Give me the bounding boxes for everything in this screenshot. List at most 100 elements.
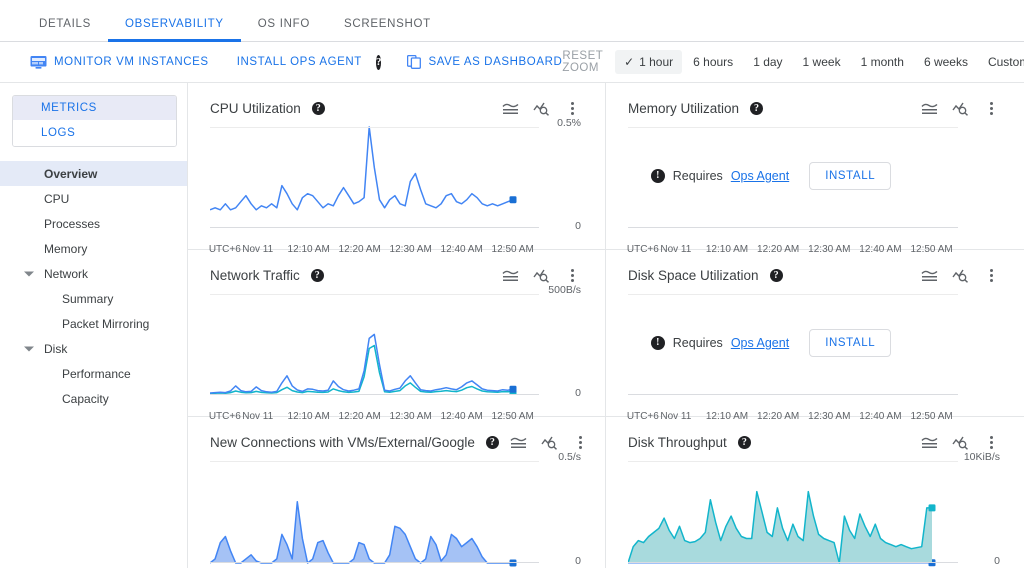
observability-toolbar: MONITOR VM INSTANCES INSTALL OPS AGENT ?… [0, 42, 1024, 83]
sidebar-item-cpu[interactable]: CPU [0, 186, 187, 211]
range-custom-label: Custom [987, 55, 1024, 69]
metrics-logs-toggle: METRICS LOGS [12, 95, 177, 147]
new-connections-chart[interactable]: 0.5/s 0 UTC+6Nov 1112:10 AM12:20 AM12:30… [210, 451, 581, 568]
chart-canvas [628, 490, 936, 567]
tab-os-info[interactable]: OS INFO [241, 18, 327, 41]
sidebar-item-summary[interactable]: Summary [0, 286, 187, 311]
help-icon[interactable]: ? [769, 268, 783, 282]
range-custom[interactable]: Custom [979, 50, 1024, 74]
stacked-lines-icon[interactable] [508, 431, 530, 453]
y-axis-max-label: 500B/s [548, 284, 581, 296]
gridline [628, 461, 958, 462]
chart-explore-icon[interactable] [949, 97, 971, 119]
y-axis-max-label: 10KiB/s [963, 451, 1000, 463]
range-1-day[interactable]: 1 day [744, 50, 791, 74]
monitor-vm-instances-label: MONITOR VM INSTANCES [54, 56, 209, 68]
more-options-icon[interactable] [980, 97, 1002, 119]
monitor-icon [30, 55, 47, 69]
requires-label: Requires [672, 168, 723, 183]
sidebar-item-disk[interactable]: Disk [0, 336, 187, 361]
sidebar-toggle-metrics[interactable]: METRICS [13, 96, 176, 121]
sidebar-item-overview[interactable]: Overview [0, 161, 187, 186]
sidebar-item-packet-mirroring[interactable]: Packet Mirroring [0, 311, 187, 336]
sidebar-item-processes[interactable]: Processes [0, 211, 187, 236]
time-range-selector: ✓ 1 hour 6 hours 1 day 1 week 1 month 6 … [615, 50, 1024, 74]
more-options-icon[interactable] [980, 264, 1002, 286]
chart-explore-icon[interactable] [949, 264, 971, 286]
sidebar-item-network[interactable]: Network [0, 261, 187, 286]
metrics-sidebar: METRICS LOGS Overview CPU Processes Memo… [0, 83, 188, 568]
help-icon[interactable]: ? [750, 101, 764, 115]
help-icon[interactable]: ? [311, 101, 325, 115]
help-icon[interactable]: ? [310, 268, 324, 282]
chart-row-1: CPU Utilization ? 0.5% 0 UTC+6 Nov 11 12… [188, 83, 1024, 255]
panel-disk-throughput: Disk Throughput ? 10KiB/s 0 [606, 417, 1024, 568]
plot-wrap: 0.5% 0 UTC+6 Nov 11 12:10 AM 12:20 AM 12:30 … [209, 117, 583, 255]
panel-memory-utilization: Memory Utilization ? ! Requires Ops Agen… [606, 83, 1024, 255]
install-button[interactable]: INSTALL [809, 161, 892, 190]
help-icon[interactable]: ? [485, 435, 499, 449]
disk-throughput-chart[interactable]: 10KiB/s 0 UTC+6Nov 1112:10 AM12:20 AM12:… [628, 451, 1000, 568]
reset-zoom-button[interactable]: RESET ZOOM [562, 50, 603, 74]
chart-explore-icon[interactable] [949, 431, 971, 453]
chart-canvas [210, 501, 517, 567]
sidebar-toggle-logs[interactable]: LOGS [13, 120, 176, 146]
info-icon: ! [650, 168, 665, 183]
install-ops-agent-button[interactable]: INSTALL OPS AGENT [237, 56, 362, 68]
plot-wrap: 500B/s 0 UTC+6 Nov 11 12:10 AM 12:20 AM 12:3… [209, 284, 583, 422]
save-as-dashboard-button[interactable]: SAVE AS DASHBOARD [407, 55, 562, 69]
series-end-marker [509, 385, 517, 393]
x-axis [210, 227, 539, 228]
ops-agent-link[interactable]: Ops Agent [731, 169, 789, 183]
stacked-lines-icon[interactable] [499, 97, 521, 119]
cpu-utilization-chart[interactable]: 0.5% 0 UTC+6 Nov 11 12:10 AM 12:20 AM 12:30 … [209, 117, 581, 255]
x-axis [628, 394, 958, 395]
range-6-hours[interactable]: 6 hours [684, 50, 742, 74]
more-options-icon[interactable] [561, 97, 583, 119]
stacked-lines-icon[interactable] [499, 264, 521, 286]
disk-space-utilization-chart: ! Requires Ops Agent INSTALL UTC+6 Nov 11… [627, 290, 958, 422]
stacked-lines-icon[interactable] [918, 97, 940, 119]
panel-header: Disk Throughput ? [628, 431, 1002, 453]
series-line [210, 126, 514, 211]
network-traffic-chart[interactable]: 500B/s 0 UTC+6 Nov 11 12:10 AM 12:20 AM 12:3… [209, 284, 581, 422]
sidebar-item-memory[interactable]: Memory [0, 236, 187, 261]
help-icon[interactable]: ? [737, 435, 751, 449]
y-axis-max-label: 0.5/s [558, 451, 581, 463]
stacked-lines-icon[interactable] [918, 264, 940, 286]
panel-title: Memory Utilization [628, 100, 740, 116]
range-1-week[interactable]: 1 week [794, 50, 850, 74]
more-options-icon[interactable] [980, 431, 1002, 453]
panel-network-traffic: Network Traffic ? 500B/s 0 UTC+6 Nov 11 … [188, 250, 606, 422]
more-options-icon[interactable] [570, 431, 592, 453]
gridline [210, 294, 539, 295]
more-options-icon[interactable] [561, 264, 583, 286]
expand-arrow-icon[interactable] [24, 346, 34, 351]
sidebar-item-performance[interactable]: Performance [0, 361, 187, 386]
range-6-weeks[interactable]: 6 weeks [915, 50, 977, 74]
tab-details[interactable]: DETAILS [22, 18, 108, 41]
y-axis-min-label: 0 [575, 555, 581, 567]
panel-title: Network Traffic [210, 267, 300, 283]
range-1-hour[interactable]: ✓ 1 hour [615, 50, 683, 74]
tab-observability[interactable]: OBSERVABILITY [107, 18, 241, 42]
install-ops-agent-label: INSTALL OPS AGENT [236, 56, 362, 68]
series-end-marker [509, 196, 517, 204]
stacked-lines-icon[interactable] [918, 431, 940, 453]
chart-explore-icon[interactable] [530, 264, 552, 286]
ops-agent-link[interactable]: Ops Agent [731, 336, 789, 350]
monitor-vm-instances-button[interactable]: MONITOR VM INSTANCES [30, 55, 209, 70]
sidebar-item-capacity[interactable]: Capacity [0, 386, 187, 411]
charts-grid: CPU Utilization ? 0.5% 0 UTC+6 Nov 11 12… [188, 83, 1024, 568]
plot-wrap: 0.5/s 0 UTC+6Nov 1112:10 AM12:20 AM12:30… [210, 451, 583, 568]
series-end-marker [928, 504, 936, 512]
chart-explore-icon[interactable] [530, 97, 552, 119]
panel-header: Disk Space Utilization ? [628, 264, 1002, 286]
range-1-month[interactable]: 1 month [852, 50, 913, 74]
install-button[interactable]: INSTALL [809, 328, 892, 357]
toolbar-help-icon[interactable]: ? [375, 54, 382, 70]
x-axis [628, 227, 958, 228]
chart-explore-icon[interactable] [539, 431, 561, 453]
tab-screenshot[interactable]: SCREENSHOT [327, 18, 448, 41]
expand-arrow-icon[interactable] [24, 271, 34, 276]
